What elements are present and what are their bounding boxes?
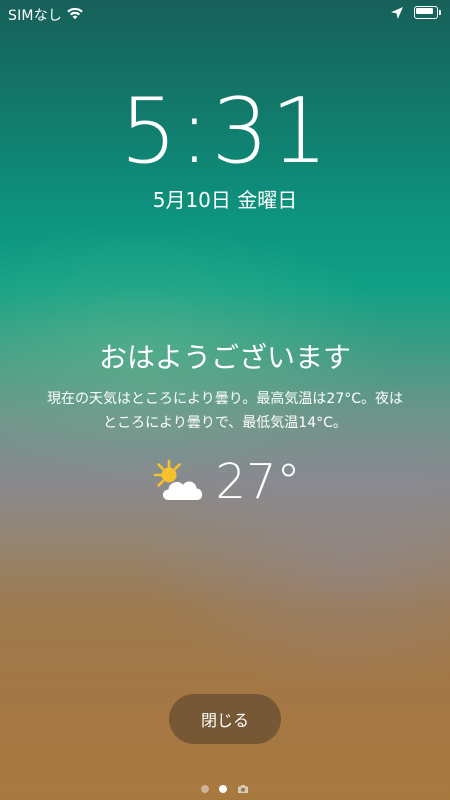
carrier-label: SIMなし <box>8 8 63 24</box>
greeting-title: おはようございます <box>98 341 351 374</box>
page-dot-active[interactable] <box>219 785 227 793</box>
camera-icon[interactable] <box>237 784 249 794</box>
current-temperature: 27° <box>215 454 301 510</box>
location-arrow-icon <box>391 7 403 19</box>
page-dot[interactable] <box>201 785 209 793</box>
status-bar: SIMなし <box>0 0 450 28</box>
forecast-line: ところにより曇りで、最低気温14°C。 <box>103 415 347 431</box>
battery-level <box>416 8 433 14</box>
lock-screen-time: 5:31 <box>119 79 331 184</box>
forecast-line: 現在の天気はところにより曇り。最高気温は27°C。夜は <box>46 391 404 407</box>
partly-cloudy-icon <box>154 459 203 500</box>
lock-screen: SIMなし 5:31 5月10日 金曜日 おはようございます 現在の天気はところ… <box>0 0 450 800</box>
weather-forecast-text: 現在の天気はところにより曇り。最高気温は27°C。夜は ところにより曇りで、最低… <box>28 387 422 435</box>
close-button[interactable]: 閉じる <box>169 694 281 744</box>
wifi-icon <box>67 7 83 20</box>
current-weather: 27° <box>0 452 450 512</box>
page-indicator <box>0 782 450 796</box>
lock-screen-date: 5月10日 金曜日 <box>152 188 298 212</box>
battery-icon <box>414 6 442 20</box>
